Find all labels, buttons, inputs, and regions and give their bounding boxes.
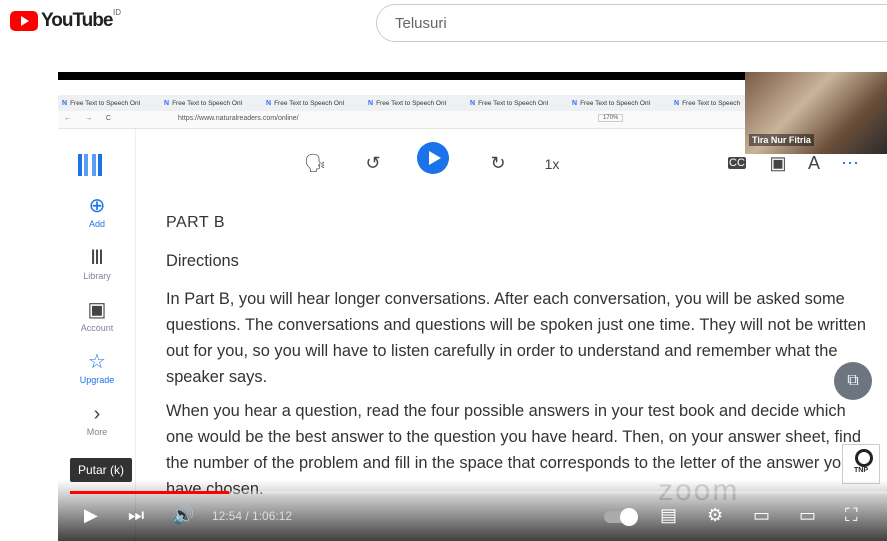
naturalreader-icon: N	[164, 99, 170, 107]
text-format-icon[interactable]: A	[802, 153, 826, 174]
browser-tab[interactable]: N Free Text to Speech Onl	[572, 95, 672, 111]
browser-tab[interactable]: N Free Text to Speech Onl	[266, 95, 366, 111]
play-tooltip: Putar (k)	[70, 458, 133, 482]
zoom-level[interactable]: 170%	[598, 114, 624, 122]
paragraph-1: In Part B, you will hear longer conversa…	[166, 290, 867, 386]
presenter-name: Tira Nur Fitria	[749, 134, 814, 146]
browser-tab[interactable]: N Free Text to Speech Onl	[164, 95, 264, 111]
naturalreader-icon: N	[368, 99, 374, 107]
more-options-icon[interactable]: ⋯	[838, 153, 862, 174]
sidebar-item-upgrade[interactable]: ☆ Upgrade	[58, 351, 136, 385]
sidebar-item-more[interactable]: › More	[58, 403, 136, 437]
youtube-header: YouTube ID	[0, 0, 887, 50]
chevron-right-icon: ›	[93, 403, 101, 425]
library-icon: Ⅲ	[90, 247, 104, 269]
next-icon[interactable]: ⏭	[128, 505, 144, 526]
directions-heading: Directions	[166, 252, 239, 270]
url-text[interactable]: https://www.naturalreaders.com/online/	[178, 115, 299, 122]
part-heading: PART B	[166, 214, 226, 231]
forward-icon[interactable]: ↻	[486, 153, 510, 174]
miniplayer-icon[interactable]: ▭	[753, 505, 770, 526]
naturalreader-icon: N	[674, 99, 680, 107]
sidebar-item-account[interactable]: ▣ Account	[58, 299, 136, 333]
sidebar-item-add[interactable]: ⊕ Add	[58, 195, 136, 229]
captions-icon[interactable]: CC	[728, 157, 746, 169]
picture-in-picture-icon[interactable]: ⧉	[834, 362, 872, 400]
naturalreader-icon: N	[470, 99, 476, 107]
plus-circle-icon: ⊕	[88, 195, 106, 217]
rewind-icon[interactable]: ↺	[361, 153, 385, 174]
time-display: 12:54 / 1:06:12	[212, 509, 293, 523]
document-content: PART B Directions In Part B, you will he…	[166, 210, 876, 502]
speed-button[interactable]: 1x	[540, 156, 564, 172]
subtitles-icon[interactable]: ▤	[660, 505, 677, 526]
sidebar-item-library[interactable]: Ⅲ Library	[58, 247, 136, 281]
volume-icon[interactable]: 🔊	[172, 505, 194, 526]
region-code: ID	[113, 8, 121, 17]
browser-tab[interactable]: N Free Text to Speech Onl	[368, 95, 468, 111]
fullscreen-icon[interactable]: ⛶	[845, 505, 858, 526]
browser-nav-icons[interactable]: ← → C	[64, 115, 117, 122]
browser-tab[interactable]: N Free Text to Speech Onl	[470, 95, 570, 111]
voice-icon[interactable]: 🗣	[303, 153, 327, 174]
progress-played	[70, 491, 230, 494]
youtube-logo-text: YouTube	[41, 10, 113, 31]
play-icon[interactable]: ▶	[84, 505, 98, 526]
channel-logo-badge: TNP	[842, 444, 880, 484]
video-player[interactable]: N Free Text to Speech Onl N Free Text to S…	[58, 72, 887, 541]
account-icon: ▣	[87, 299, 107, 321]
youtube-logo[interactable]: YouTube ID	[10, 8, 121, 32]
star-icon: ☆	[88, 351, 106, 373]
naturalreader-icon: N	[62, 99, 68, 107]
webcam-overlay: Tira Nur Fitria	[745, 72, 887, 154]
theater-mode-icon[interactable]: ▭	[799, 505, 816, 526]
naturalreader-logo-icon	[78, 154, 102, 176]
settings-icon[interactable]: ⚙	[707, 505, 723, 526]
youtube-play-icon	[10, 11, 38, 31]
screenshot-icon[interactable]: ▣	[766, 153, 790, 174]
reader-play-button[interactable]	[417, 142, 449, 174]
browser-tab[interactable]: N Free Text to Speech Onl	[62, 95, 162, 111]
search-box[interactable]	[376, 4, 887, 42]
autoplay-toggle[interactable]	[604, 508, 638, 526]
naturalreader-icon: N	[266, 99, 272, 107]
search-input[interactable]	[377, 5, 887, 41]
naturalreader-icon: N	[572, 99, 578, 107]
